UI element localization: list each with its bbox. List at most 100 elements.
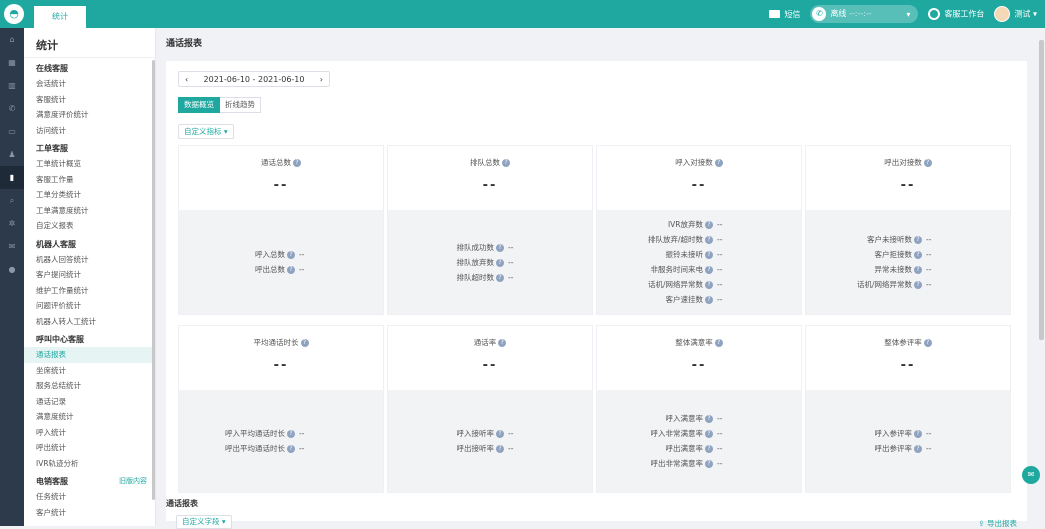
help-icon[interactable]: ? (914, 445, 922, 453)
help-icon[interactable]: ? (287, 445, 295, 453)
help-icon[interactable]: ? (705, 251, 713, 259)
help-icon[interactable]: ? (705, 281, 713, 289)
trash-icon[interactable]: ▥ (0, 74, 24, 97)
stat-row-label-text: 呼出总数 (255, 265, 285, 274)
help-icon[interactable]: ? (287, 251, 295, 259)
old-version-link[interactable]: 旧版内容 (119, 474, 147, 489)
help-icon[interactable]: ? (496, 258, 504, 267)
help-icon[interactable]: ? (705, 430, 713, 438)
info-icon[interactable]: ● (0, 258, 24, 281)
sidebar-item[interactable]: 通话记录 (24, 394, 155, 410)
help-icon[interactable]: ? (496, 445, 504, 453)
help-icon[interactable]: ? (705, 296, 713, 304)
sidebar-item[interactable]: 客服统计 (24, 92, 155, 108)
sidebar-item[interactable]: 工单满意度统计 (24, 203, 155, 219)
sidebar-item[interactable]: 机器人转人工统计 (24, 314, 155, 330)
stat-row-label-text: 客户未接听数 (867, 235, 912, 244)
users-icon[interactable]: ♟ (0, 143, 24, 166)
help-icon[interactable]: ? (914, 266, 922, 274)
stat-row: 排队放弃数? -- (388, 255, 592, 270)
search-icon[interactable]: ⌕ (0, 189, 24, 212)
sidebar-item[interactable]: 访问统计 (24, 123, 155, 139)
status-dropdown[interactable]: ✆ 离线 --:--:-- ▾ (810, 5, 919, 23)
help-icon[interactable]: ? (914, 236, 922, 244)
help-icon[interactable]: ? (496, 273, 504, 282)
sidebar-item[interactable]: 自定义报表 (24, 218, 155, 234)
stat-row-label-text: 呼出参评率 (874, 444, 913, 453)
help-icon[interactable]: ? (714, 339, 723, 347)
sidebar-item[interactable]: IVR轨迹分析 (24, 456, 155, 472)
user-menu[interactable]: 测试 ▾ (994, 6, 1037, 22)
chat-icon[interactable]: ▭ (0, 120, 24, 143)
help-icon[interactable]: ? (300, 339, 309, 347)
chart-icon[interactable]: ▮ (0, 166, 24, 189)
help-icon[interactable]: ? (502, 159, 510, 167)
sidebar-item[interactable]: 机器人回答统计 (24, 252, 155, 268)
help-icon[interactable]: ? (496, 243, 504, 252)
date-range-value: 2021-06-10 - 2021-06-10 (203, 74, 305, 84)
stat-row-label-text: 呼出接听率 (456, 444, 495, 453)
help-icon[interactable]: ? (705, 266, 713, 274)
prev-date-icon[interactable]: ‹ (185, 75, 188, 84)
help-icon[interactable]: ? (923, 339, 932, 347)
sidebar-item[interactable]: 呼出统计 (24, 440, 155, 456)
sidebar-item[interactable]: 满意度统计 (24, 409, 155, 425)
custom-metric-dropdown[interactable]: 自定义指标 ▾ (178, 124, 234, 139)
stat-head: 排队总数? -- (388, 146, 592, 210)
stat-row-label: 呼出非常满意率? (597, 456, 713, 471)
sidebar-item[interactable]: 维护工作量统计 (24, 283, 155, 299)
help-icon[interactable]: ? (914, 251, 922, 259)
sidebar-item[interactable]: 通话报表 (24, 347, 155, 363)
sidebar-scrollbar[interactable] (152, 60, 155, 500)
sidebar-item[interactable]: 呼入统计 (24, 425, 155, 441)
help-icon[interactable]: ? (496, 430, 504, 438)
sidebar-item[interactable]: 工单分类统计 (24, 187, 155, 203)
export-report-button[interactable]: ⇪ 导出报表 (978, 518, 1017, 529)
home-icon[interactable]: ⌂ (0, 28, 24, 51)
grid-icon[interactable]: ▦ (0, 51, 24, 74)
mail-icon[interactable]: ✉ (0, 235, 24, 258)
sidebar-item[interactable]: 满意度评价统计 (24, 107, 155, 123)
help-icon[interactable]: ? (705, 236, 713, 244)
help-icon[interactable]: ? (287, 430, 295, 438)
workspace-label: 客服工作台 (944, 9, 985, 19)
custom-field-dropdown[interactable]: 自定义字段 ▾ (176, 515, 232, 529)
sidebar-item[interactable]: 工单统计概览 (24, 156, 155, 172)
next-date-icon[interactable]: › (320, 75, 323, 84)
chat-float-button[interactable]: ✉ (1022, 466, 1040, 484)
stat-row-value: -- (717, 265, 723, 274)
sidebar-item[interactable]: 客服工作量 (24, 172, 155, 188)
sidebar-item[interactable]: 客户提问统计 (24, 267, 155, 283)
help-icon[interactable]: ? (705, 445, 713, 453)
help-icon[interactable]: ? (914, 430, 922, 438)
sidebar-item[interactable]: 服务总结统计 (24, 378, 155, 394)
help-icon[interactable]: ? (914, 281, 922, 289)
tab-statistics[interactable]: 统计 (34, 6, 86, 28)
help-icon[interactable]: ? (293, 159, 301, 167)
gear-icon[interactable]: ✲ (0, 212, 24, 235)
stat-row-value: -- (926, 250, 932, 259)
help-icon[interactable]: ? (714, 159, 723, 167)
date-range-picker[interactable]: ‹ 2021-06-10 - 2021-06-10 › (178, 71, 330, 87)
help-icon[interactable]: ? (705, 415, 713, 423)
sms-button[interactable]: 短信 (769, 9, 800, 20)
stat-label: 整体参评率? (806, 326, 1010, 348)
stat-value: -- (691, 178, 707, 193)
stat-row-label: 呼出参评率? (806, 441, 922, 456)
sidebar-item[interactable]: 客户统计 (24, 505, 155, 521)
help-icon[interactable]: ? (287, 266, 295, 274)
workspace-button[interactable]: 客服工作台 (928, 8, 984, 20)
phone-icon[interactable]: ✆ (0, 97, 24, 120)
sidebar-item[interactable]: 任务统计 (24, 489, 155, 505)
help-icon[interactable]: ? (923, 159, 932, 167)
help-icon[interactable]: ? (498, 339, 507, 347)
sidebar-item[interactable]: 问题评价统计 (24, 298, 155, 314)
tab-line-trend[interactable]: 折线趋势 (220, 97, 261, 113)
sidebar-item[interactable]: 坐席统计 (24, 363, 155, 379)
sidebar-item[interactable]: 会话统计 (24, 76, 155, 92)
help-icon[interactable]: ? (705, 221, 713, 229)
help-icon[interactable]: ? (705, 460, 713, 468)
stat-row-label-text: 呼出满意率 (665, 444, 704, 453)
tab-data-overview[interactable]: 数据概览 (178, 97, 220, 113)
page-scrollbar[interactable] (1039, 40, 1044, 340)
